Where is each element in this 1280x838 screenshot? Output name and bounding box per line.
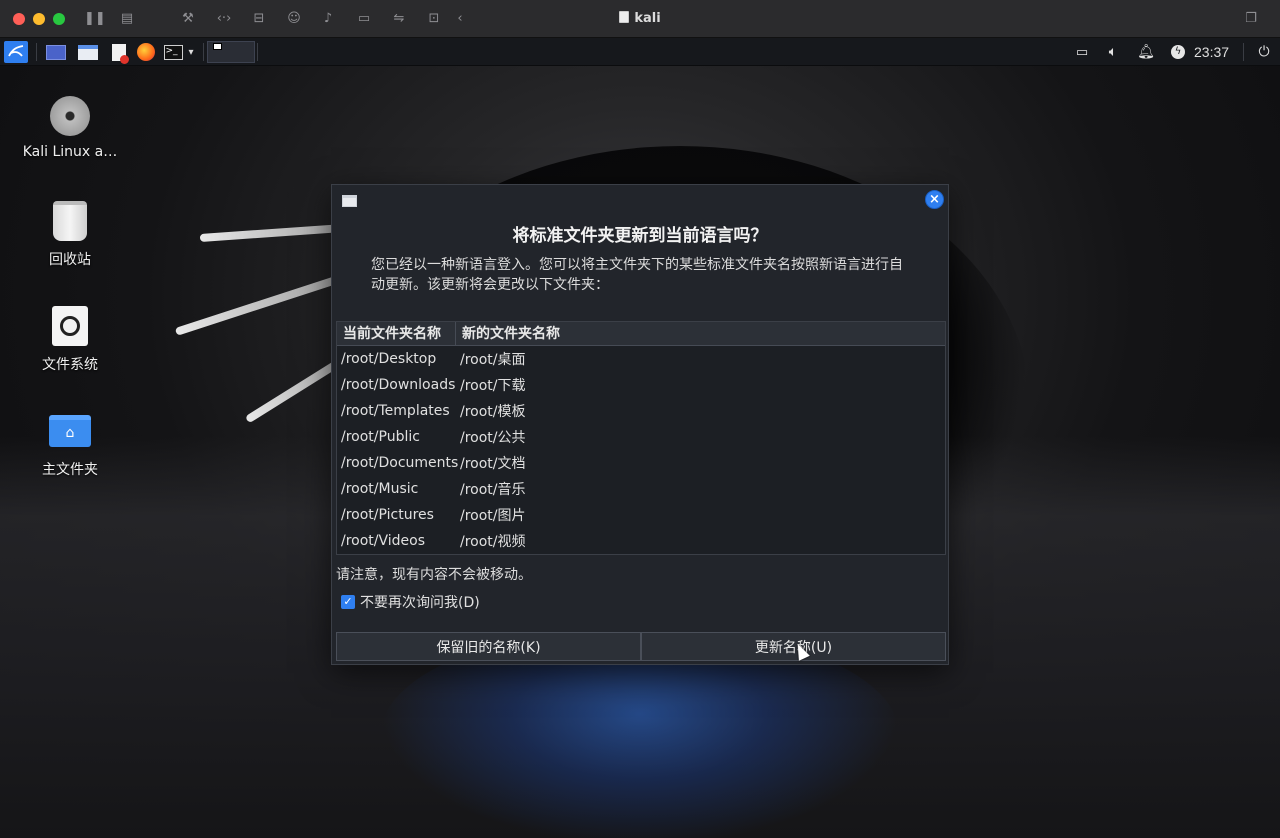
checkbox-checked-icon[interactable]: ✓: [341, 595, 355, 609]
table-row[interactable]: /root/Templates/root/模板: [337, 398, 945, 424]
desktop-icon-label: 主文件夹: [42, 462, 98, 478]
new-folder-cell: /root/图片: [460, 508, 526, 524]
pause-icon[interactable]: ❚❚: [84, 10, 106, 28]
table-row[interactable]: /root/Pictures/root/图片: [337, 502, 945, 528]
firefox-icon[interactable]: [135, 41, 157, 63]
checkbox-label[interactable]: 不要再次询问我(D): [360, 592, 480, 612]
table-row[interactable]: /root/Desktop/root/桌面: [337, 346, 945, 372]
kali-menu-icon[interactable]: [4, 41, 28, 63]
workspace-icon[interactable]: [207, 41, 255, 63]
table-row[interactable]: /root/Documents/root/文档: [337, 450, 945, 476]
new-folder-cell: /root/模板: [460, 404, 526, 420]
user-icon[interactable]: ☺: [285, 10, 303, 28]
new-folder-cell: /root/公共: [460, 430, 526, 446]
table-row[interactable]: /root/Videos/root/视频: [337, 528, 945, 554]
current-folder-cell: /root/Templates: [341, 403, 450, 419]
dialog-note: 请注意，现有内容不会被移动。: [336, 567, 532, 583]
current-folder-cell: /root/Downloads: [341, 377, 456, 393]
bell-icon[interactable]: 🔔︎: [1136, 41, 1156, 63]
table-row[interactable]: /root/Music/root/音乐: [337, 476, 945, 502]
camera-icon[interactable]: ▭: [355, 10, 373, 28]
text-editor-icon[interactable]: [108, 41, 130, 64]
current-folder-cell: /root/Desktop: [341, 351, 437, 367]
new-folder-cell: /root/下载: [460, 378, 526, 394]
code-icon[interactable]: ‹·›: [215, 10, 233, 28]
network-icon[interactable]: ▭: [1072, 41, 1092, 63]
terminal-icon[interactable]: >_: [162, 41, 184, 63]
dialog-title: 将标准文件夹更新到当前语言吗？: [512, 226, 768, 246]
document-icon: [619, 11, 630, 23]
back-icon[interactable]: ‹: [451, 10, 469, 28]
column-header-new[interactable]: 新的文件夹名称: [456, 322, 945, 345]
new-folder-cell: /root/视频: [460, 534, 526, 550]
drive-icon[interactable]: ⊟: [250, 10, 268, 28]
new-folder-cell: /root/音乐: [460, 482, 526, 498]
desktop-icon-label: 回收站: [49, 252, 91, 268]
disc-icon: [48, 94, 92, 138]
top-panel: >_ ▾ ▭ 🔈︎ 🔔︎ ϟ 23:37 ⏻: [0, 38, 1280, 66]
wrench-icon[interactable]: ⚒: [179, 10, 197, 28]
desktop-icon-label: 文件系统: [42, 357, 98, 373]
desktop-icon[interactable]: [45, 41, 67, 63]
zoom-window-button[interactable]: [53, 13, 65, 25]
folder-table: 当前文件夹名称 新的文件夹名称 /root/Desktop/root/桌面 /r…: [336, 321, 946, 555]
close-icon[interactable]: ×: [925, 190, 944, 209]
vm-window-titlebar: ❚❚ ▤ ⚒ ‹·› ⊟ ☺ ♪ ▭ ⇋ ⊡ ‹ kali ❐: [0, 0, 1280, 38]
files-icon[interactable]: [77, 41, 99, 63]
desktop-icon-label: Kali Linux a…: [22, 144, 118, 160]
table-row[interactable]: /root/Downloads/root/下载: [337, 372, 945, 398]
dialog-message: 您已经以一种新语言登入。您可以将主文件夹下的某些标准文件夹名按照新语言进行自动更…: [371, 257, 903, 293]
current-folder-cell: /root/Pictures: [341, 507, 434, 523]
table-header: 当前文件夹名称 新的文件夹名称: [337, 322, 945, 346]
sound-icon[interactable]: ♪: [319, 10, 337, 28]
home-folder-icon: ⌂: [48, 409, 92, 453]
window-icon[interactable]: ❐: [1242, 10, 1260, 28]
dont-ask-again-checkbox[interactable]: ✓ 不要再次询问我(D): [341, 592, 480, 612]
current-folder-cell: /root/Videos: [341, 533, 426, 549]
table-row[interactable]: /root/Public/root/公共: [337, 424, 945, 450]
new-folder-cell: /root/文档: [460, 456, 526, 472]
drive-icon: [48, 304, 92, 348]
minimize-window-button[interactable]: [33, 13, 45, 25]
volume-icon[interactable]: 🔈︎: [1103, 41, 1123, 63]
current-folder-cell: /root/Public: [341, 429, 420, 445]
window-icon: [342, 195, 357, 207]
folder-share-icon[interactable]: ⊡: [425, 10, 443, 28]
desktop-icon-kali-disc[interactable]: Kali Linux a…: [20, 94, 120, 160]
desktop-icon-home[interactable]: ⌂ 主文件夹: [20, 409, 120, 479]
trash-icon: [48, 199, 92, 243]
logout-icon[interactable]: ⏻: [1254, 41, 1274, 63]
desktop-icon-trash[interactable]: 回收站: [20, 199, 120, 269]
update-folders-dialog: × 将标准文件夹更新到当前语言吗？ 您已经以一种新语言登入。您可以将主文件夹下的…: [331, 184, 949, 665]
power-manager-icon[interactable]: ϟ: [1168, 41, 1188, 63]
desktop-icon-filesystem[interactable]: 文件系统: [20, 304, 120, 374]
close-window-button[interactable]: [13, 13, 25, 25]
snapshot-icon[interactable]: ▤: [118, 10, 136, 28]
usb-icon[interactable]: ⇋: [390, 10, 408, 28]
current-folder-cell: /root/Documents: [341, 455, 459, 471]
column-header-current[interactable]: 当前文件夹名称: [337, 322, 456, 345]
clock[interactable]: 23:37: [1194, 44, 1229, 60]
current-folder-cell: /root/Music: [341, 481, 419, 497]
dropdown-icon[interactable]: ▾: [185, 41, 197, 63]
keep-old-names-button[interactable]: 保留旧的名称(K): [336, 632, 641, 661]
new-folder-cell: /root/桌面: [460, 352, 526, 368]
